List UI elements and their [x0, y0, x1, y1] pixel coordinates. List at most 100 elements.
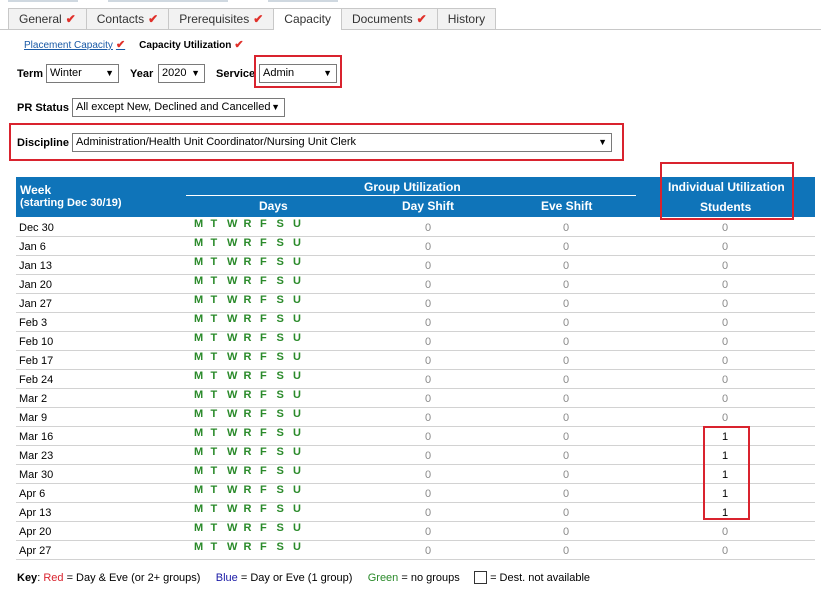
day-shift-cell: 0 — [424, 374, 432, 386]
day-letter: U — [293, 370, 301, 382]
day-letter: W — [227, 370, 238, 382]
day-letter: W — [227, 484, 238, 496]
check-icon: ✔ — [65, 12, 76, 26]
highlight-box-students — [703, 426, 750, 520]
day-letter: F — [260, 313, 267, 325]
days-cell: MTWRFSU — [194, 332, 310, 344]
day-shift-cell: 0 — [424, 469, 432, 481]
students-cell: 0 — [721, 412, 729, 424]
days-header: Days — [259, 199, 288, 213]
day-letter: M — [194, 408, 204, 420]
key-blue-text: = Day or Eve (1 group) — [240, 572, 353, 584]
day-letter: W — [227, 427, 238, 439]
day-letter: T — [210, 351, 218, 363]
students-cell: 0 — [721, 374, 729, 386]
eve-shift-cell: 0 — [562, 450, 570, 462]
day-letter: M — [194, 503, 204, 515]
tab-documents[interactable]: Documents ✔ — [340, 8, 438, 29]
table-row: Jan 6 MTWRFSU 0 0 0 — [16, 237, 815, 256]
table-row: Mar 9 MTWRFSU 0 0 0 — [16, 408, 815, 427]
students-cell: 0 — [721, 260, 729, 272]
day-letter: S — [276, 389, 284, 401]
week-header-subtitle: (starting Dec 30/19) — [20, 197, 122, 209]
day-letter: T — [210, 332, 218, 344]
day-letter: S — [276, 408, 284, 420]
subtab-placement-capacity[interactable]: Placement Capacity ✔ — [24, 38, 125, 51]
service-select[interactable]: Admin ▼ — [259, 64, 337, 83]
table-row: Apr 20 M T W R F S U 0 0 0 — [16, 522, 815, 541]
day-shift-cell: 0 — [424, 260, 432, 272]
day-letter: T — [210, 446, 218, 458]
day-shift-cell: 0 — [424, 412, 432, 424]
day-shift-cell: 0 — [424, 393, 432, 405]
day-letter: F — [260, 465, 267, 477]
day-letter: S — [276, 237, 284, 249]
days-cell: MTWRFSU — [194, 351, 310, 363]
days-cell: MTWRFSU — [194, 541, 310, 553]
day-letter: W — [227, 237, 238, 249]
day-letter: W — [227, 522, 238, 534]
day-letter: U — [293, 332, 301, 344]
day-letter: U — [293, 237, 301, 249]
table-row: Feb 3 MTWRFSU 0 0 0 — [16, 313, 815, 332]
tab-general[interactable]: General ✔ — [8, 8, 87, 29]
eve-shift-cell: 0 — [562, 336, 570, 348]
table-row: Apr 27 M T W R F S U 0 0 0 — [16, 541, 815, 560]
week-cell: Mar 23 — [19, 450, 54, 462]
day-letter: W — [227, 389, 238, 401]
days-cell: MTWRFSU — [194, 389, 310, 401]
day-letter: R — [243, 541, 252, 553]
day-letter: F — [260, 332, 267, 344]
day-letter: U — [293, 465, 301, 477]
tab-history[interactable]: History — [436, 8, 497, 29]
week-cell: Jan 20 — [19, 279, 53, 291]
day-letter: M — [194, 465, 204, 477]
day-letter: F — [260, 427, 267, 439]
day-letter: W — [227, 275, 238, 287]
day-letter: T — [210, 294, 218, 306]
day-letter: T — [210, 503, 218, 515]
students-cell: 0 — [721, 545, 729, 557]
tab-capacity[interactable]: Capacity — [273, 8, 342, 30]
pr-status-label: PR Status — [17, 102, 69, 114]
tab-contacts[interactable]: Contacts ✔ — [85, 8, 170, 29]
day-letter: F — [260, 256, 267, 268]
eve-shift-cell: 0 — [562, 260, 570, 272]
week-cell: Jan 27 — [19, 298, 53, 310]
subtab-capacity-utilization[interactable]: Capacity Utilization ✔ — [139, 38, 243, 51]
day-shift-cell: 0 — [424, 336, 432, 348]
tab-prerequisites[interactable]: Prerequisites ✔ — [168, 8, 275, 29]
pr-status-select[interactable]: All except New, Declined and Cancelled ▼ — [72, 98, 285, 117]
day-letter: W — [227, 465, 238, 477]
term-select[interactable]: Winter ▼ — [46, 64, 119, 83]
day-letter: R — [243, 351, 252, 363]
students-cell: 0 — [721, 526, 729, 538]
key-label: Key — [17, 572, 38, 584]
table-row: Mar 30 M T W R F S U 0 0 1 — [16, 465, 815, 484]
check-icon: ✔ — [234, 39, 244, 51]
table-row: Jan 13 M T W R F S U 0 0 0 — [16, 256, 815, 275]
discipline-select[interactable]: Administration/Health Unit Coordinator/N… — [72, 133, 612, 152]
tab-label: Contacts — [96, 12, 145, 26]
table-body: Dec 30 M T W R F S U 0 0 0 Jan 6 M T W R F S U 0 0 0 Jan 13 M T W… — [16, 218, 815, 560]
day-letter: W — [227, 256, 238, 268]
group-divider — [186, 195, 636, 196]
days-cell: MTWRFSU — [194, 218, 310, 230]
day-letter: U — [293, 256, 301, 268]
day-letter: U — [293, 427, 301, 439]
discipline-value: Administration/Health Unit Coordinator/N… — [76, 136, 357, 148]
day-letter: W — [227, 332, 238, 344]
week-cell: Mar 9 — [19, 412, 48, 424]
week-cell: Mar 30 — [19, 469, 54, 481]
check-icon: ✔ — [115, 39, 126, 51]
day-shift-cell: 0 — [424, 241, 432, 253]
day-letter: W — [227, 218, 238, 230]
students-cell: 0 — [721, 279, 729, 291]
day-shift-cell: 0 — [424, 450, 432, 462]
day-letter: W — [227, 446, 238, 458]
eve-shift-cell: 0 — [562, 412, 570, 424]
year-select[interactable]: 2020 ▼ — [158, 64, 205, 83]
day-letter: U — [293, 313, 301, 325]
day-letter: F — [260, 446, 267, 458]
week-cell: Apr 6 — [19, 488, 46, 500]
